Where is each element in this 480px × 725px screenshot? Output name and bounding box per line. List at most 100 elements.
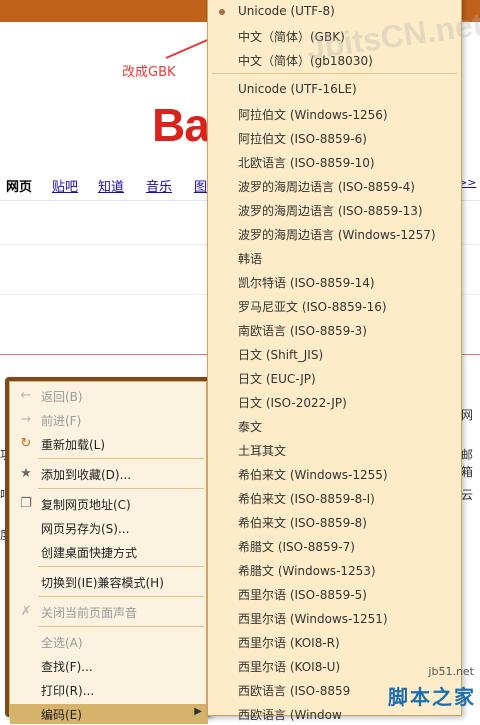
menu-item-select-all[interactable]: 全选(A) bbox=[10, 632, 208, 652]
encoding-option[interactable]: 罗马尼亚文 (ISO-8859-16) bbox=[208, 295, 461, 317]
reload-icon: ↻ bbox=[20, 436, 32, 451]
menu-item-back[interactable]: ← 返回(B) bbox=[10, 386, 208, 406]
menu-item-ie-compat[interactable]: 切换到(IE)兼容模式(H) bbox=[10, 572, 208, 592]
menu-item-label: 复制网页地址(C) bbox=[41, 498, 131, 512]
menu-item-label: 创建桌面快捷方式 bbox=[41, 546, 138, 560]
encoding-option[interactable]: Unicode (UTF-16LE) bbox=[208, 79, 461, 101]
encoding-option-label: 西里尔语 (ISO-8859-5) bbox=[238, 588, 367, 602]
menu-item-forward[interactable]: → 前进(F) bbox=[10, 410, 208, 430]
selected-radio-icon bbox=[219, 9, 225, 15]
menu-item-desktop-shortcut[interactable]: 创建桌面快捷方式 bbox=[10, 542, 208, 562]
menu-item-mute[interactable]: ✗ 关闭当前页面声音 bbox=[10, 602, 208, 622]
encoding-option[interactable]: 波罗的海周边语言 (ISO-8859-13) bbox=[208, 199, 461, 221]
nav-tab-web[interactable]: 网页 bbox=[6, 176, 32, 195]
encoding-option[interactable]: 日文 (ISO-2022-JP) bbox=[208, 391, 461, 413]
encoding-option[interactable]: 泰文 bbox=[208, 415, 461, 437]
watermark-corner: jb51.net 脚本之家 bbox=[332, 663, 480, 711]
menu-item-label: 全选(A) bbox=[41, 636, 83, 650]
encoding-option-label: 西里尔语 (KOI8-R) bbox=[238, 636, 340, 650]
context-menu-body: ← 返回(B) → 前进(F) ↻ 重新加载(L) ★ 添加到收藏(D)... … bbox=[9, 381, 208, 724]
menu-item-label: 重新加载(L) bbox=[41, 438, 106, 452]
encoding-option-label: 西里尔语 (KOI8-U) bbox=[238, 660, 341, 674]
menu-item-label: 网页另存为(S)... bbox=[41, 522, 130, 536]
page-fragment-right: 网 bbox=[461, 408, 474, 422]
encoding-option-label: 波罗的海周边语言 (ISO-8859-13) bbox=[238, 204, 423, 218]
menu-separator bbox=[38, 566, 204, 567]
menu-item-copy-url[interactable]: ❐ 复制网页地址(C) bbox=[10, 494, 208, 514]
mute-icon: ✗ bbox=[20, 604, 32, 619]
nav-tab-tieba[interactable]: 贴吧 bbox=[52, 176, 78, 195]
encoding-option-label: 波罗的海周边语言 (Windows-1257) bbox=[238, 228, 436, 242]
encoding-option[interactable]: 日文 (EUC-JP) bbox=[208, 367, 461, 389]
menu-item-find[interactable]: 查找(F)... bbox=[10, 656, 208, 676]
menu-separator bbox=[212, 73, 457, 74]
encoding-option[interactable]: 西里尔语 (ISO-8859-5) bbox=[208, 583, 461, 605]
menu-item-add-favorite[interactable]: ★ 添加到收藏(D)... bbox=[10, 464, 208, 484]
encoding-option-label: 韩语 bbox=[238, 252, 263, 266]
encoding-option[interactable]: 希伯来文 (ISO-8859-8) bbox=[208, 511, 461, 533]
encoding-option[interactable]: 希伯来文 (Windows-1255) bbox=[208, 463, 461, 485]
menu-item-save-as[interactable]: 网页另存为(S)... bbox=[10, 518, 208, 538]
copy-icon: ❐ bbox=[20, 496, 32, 511]
page-fragment-right: 云 bbox=[461, 488, 474, 502]
star-icon: ★ bbox=[20, 466, 32, 481]
menu-item-label: 前进(F) bbox=[41, 414, 82, 428]
encoding-option-label: 希腊文 (ISO-8859-7) bbox=[238, 540, 355, 554]
encoding-option[interactable]: 阿拉伯文 (ISO-8859-6) bbox=[208, 127, 461, 149]
watermark-brand: 脚本之家 bbox=[388, 685, 476, 709]
encoding-option-label: Unicode (UTF-16LE) bbox=[238, 82, 357, 96]
menu-item-reload[interactable]: ↻ 重新加载(L) bbox=[10, 434, 208, 454]
encoding-option[interactable]: 凯尔特语 (ISO-8859-14) bbox=[208, 271, 461, 293]
page-fragment-right: 邮箱 bbox=[461, 448, 474, 479]
encoding-option-label: 日文 (Shift_JIS) bbox=[238, 348, 324, 362]
menu-separator bbox=[38, 458, 204, 459]
menu-item-label: 编码(E) bbox=[41, 708, 82, 722]
nav-tab-image[interactable]: 图 bbox=[194, 176, 207, 195]
encoding-option-label: 波罗的海周边语言 (ISO-8859-4) bbox=[238, 180, 415, 194]
encoding-option[interactable]: 西里尔语 (KOI8-R) bbox=[208, 631, 461, 653]
menu-separator bbox=[38, 626, 204, 627]
encoding-option[interactable]: 希伯来文 (ISO-8859-8-I) bbox=[208, 487, 461, 509]
encoding-option-label: 北欧语言 (ISO-8859-10) bbox=[238, 156, 375, 170]
encoding-option[interactable]: 南欧语言 (ISO-8859-3) bbox=[208, 319, 461, 341]
encoding-option-label: Unicode (UTF-8) bbox=[238, 4, 335, 18]
baidu-logo: Ba bbox=[152, 99, 210, 151]
encoding-option[interactable]: 波罗的海周边语言 (Windows-1257) bbox=[208, 223, 461, 245]
encoding-option[interactable]: 希腊文 (ISO-8859-7) bbox=[208, 535, 461, 557]
encoding-option[interactable]: 阿拉伯文 (Windows-1256) bbox=[208, 103, 461, 125]
encoding-option[interactable]: 北欧语言 (ISO-8859-10) bbox=[208, 151, 461, 173]
watermark-site: jb51.net bbox=[428, 665, 474, 678]
encoding-option[interactable]: 土耳其文 bbox=[208, 439, 461, 461]
encoding-option-label: 希伯来文 (ISO-8859-8-I) bbox=[238, 492, 375, 506]
encoding-option-label: 阿拉伯文 (ISO-8859-6) bbox=[238, 132, 367, 146]
encoding-option-label: 泰文 bbox=[238, 420, 263, 434]
encoding-option[interactable]: 韩语 bbox=[208, 247, 461, 269]
menu-item-label: 打印(R)... bbox=[41, 684, 95, 698]
encoding-option-label: 阿拉伯文 (Windows-1256) bbox=[238, 108, 388, 122]
encoding-option-label: 南欧语言 (ISO-8859-3) bbox=[238, 324, 367, 338]
encoding-option[interactable]: 波罗的海周边语言 (ISO-8859-4) bbox=[208, 175, 461, 197]
encoding-option-label: 西里尔语 (Windows-1251) bbox=[238, 612, 388, 626]
encoding-option[interactable]: 日文 (Shift_JIS) bbox=[208, 343, 461, 365]
menu-item-label: 返回(B) bbox=[41, 390, 83, 404]
menu-item-encoding[interactable]: 编码(E) ▶ bbox=[10, 704, 208, 724]
menu-item-label: 查找(F)... bbox=[41, 660, 93, 674]
encoding-submenu: Unicode (UTF-8) 中文（简体）(GBK) 中文（简体）(gb180… bbox=[207, 0, 462, 722]
encoding-option[interactable]: 希腊文 (Windows-1253) bbox=[208, 559, 461, 581]
encoding-option-label: 日文 (ISO-2022-JP) bbox=[238, 396, 347, 410]
encoding-option-label: 罗马尼亚文 (ISO-8859-16) bbox=[238, 300, 387, 314]
submenu-arrow-icon: ▶ bbox=[194, 706, 202, 717]
menu-item-label: 关闭当前页面声音 bbox=[41, 606, 138, 620]
encoding-option-label: 希伯来文 (ISO-8859-8) bbox=[238, 516, 367, 530]
encoding-option-label: 希伯来文 (Windows-1255) bbox=[238, 468, 388, 482]
menu-separator bbox=[38, 596, 204, 597]
nav-tab-zhidao[interactable]: 知道 bbox=[98, 176, 124, 195]
context-menu: ← 返回(B) → 前进(F) ↻ 重新加载(L) ★ 添加到收藏(D)... … bbox=[5, 377, 211, 724]
menu-separator bbox=[38, 488, 204, 489]
encoding-option-label: 土耳其文 bbox=[238, 444, 287, 458]
nav-tab-music[interactable]: 音乐 bbox=[146, 176, 172, 195]
encoding-option-label: 希腊文 (Windows-1253) bbox=[238, 564, 376, 578]
menu-item-print[interactable]: 打印(R)... bbox=[10, 680, 208, 700]
encoding-option[interactable]: 西里尔语 (Windows-1251) bbox=[208, 607, 461, 629]
forward-arrow-icon: → bbox=[20, 412, 32, 427]
